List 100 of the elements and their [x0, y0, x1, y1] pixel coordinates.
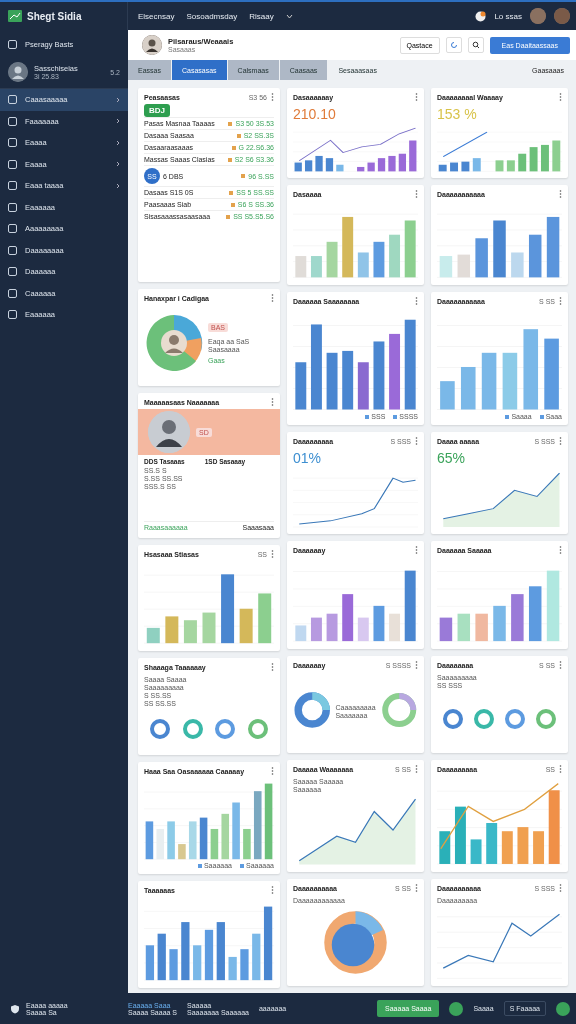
chart-bar	[493, 605, 506, 642]
more-icon[interactable]	[271, 93, 274, 101]
chart-bar	[495, 160, 504, 172]
chart-bar	[258, 593, 272, 644]
search-button[interactable]	[467, 37, 484, 53]
chart-bar	[295, 625, 307, 642]
shield-icon	[10, 1003, 20, 1014]
chart-bar	[439, 831, 451, 864]
metric-value: 210.10	[293, 106, 337, 122]
chart-bar	[389, 613, 401, 642]
more-icon[interactable]	[271, 550, 274, 558]
chart-bar	[541, 144, 549, 172]
more-icon[interactable]	[271, 398, 274, 406]
avatar-icon	[161, 330, 187, 356]
chart-bar	[357, 252, 369, 278]
more-icon[interactable]	[559, 297, 562, 305]
chart-bar	[239, 608, 253, 644]
chart-bar	[506, 160, 515, 172]
avatar-icon[interactable]	[554, 8, 570, 24]
more-icon[interactable]	[415, 884, 418, 892]
nav-link[interactable]: Risaay	[249, 11, 274, 21]
chart-bar	[457, 254, 471, 278]
nav-link[interactable]: Sosoadmsday	[186, 11, 238, 21]
chart-bar	[546, 570, 560, 642]
chart-bar	[398, 153, 406, 172]
more-icon[interactable]	[415, 93, 418, 101]
chart-bar	[221, 813, 230, 860]
more-icon[interactable]	[415, 190, 418, 198]
chart-bar	[181, 922, 190, 981]
chart-bar	[178, 844, 186, 860]
nav-link[interactable]: Elsecnsay	[138, 11, 175, 21]
ring-gauge-icon	[246, 717, 269, 740]
more-icon[interactable]	[559, 884, 562, 892]
chat-icon[interactable]	[556, 1001, 570, 1016]
more-icon[interactable]	[559, 546, 562, 554]
chart-bar	[486, 823, 498, 864]
chart-bar	[221, 574, 235, 644]
ring-gauge-icon	[535, 707, 558, 730]
chart-bar	[342, 350, 354, 410]
chart-bar	[165, 616, 179, 644]
chart-bar	[253, 791, 262, 860]
chevron-down-icon[interactable]	[285, 13, 293, 19]
chart-bar	[475, 613, 488, 642]
chart-bar	[169, 949, 178, 981]
more-icon[interactable]	[559, 765, 562, 773]
chart-bar	[457, 613, 471, 642]
chart-bar	[470, 839, 482, 864]
chart-bar	[502, 352, 518, 410]
chart-bar	[342, 216, 354, 278]
more-icon[interactable]	[559, 437, 562, 445]
chart-bar	[440, 381, 455, 410]
more-icon[interactable]	[271, 767, 274, 775]
more-icon[interactable]	[415, 765, 418, 773]
chart-bar	[511, 252, 524, 278]
chart-bar	[389, 234, 401, 278]
chart-bar	[367, 162, 375, 172]
more-icon[interactable]	[559, 190, 562, 198]
chart-bar	[357, 362, 369, 410]
avatar-icon[interactable]	[530, 8, 546, 24]
more-icon[interactable]	[415, 661, 418, 669]
logo-icon	[8, 10, 22, 22]
ring-gauge-icon	[472, 707, 495, 730]
chart-bar	[145, 945, 155, 981]
chart-bar	[228, 956, 237, 981]
chart-bar	[305, 160, 313, 172]
chart-bar	[232, 802, 240, 860]
refresh-button[interactable]	[445, 37, 462, 53]
chart-bar	[528, 586, 542, 642]
chart-bar	[252, 933, 261, 981]
chart-bar	[544, 338, 559, 410]
more-icon[interactable]	[271, 294, 274, 302]
chart-bar	[472, 158, 481, 172]
ring-gauge-icon	[441, 707, 464, 730]
chart-bar	[460, 367, 476, 410]
search-icon	[471, 41, 480, 49]
chart-bar	[199, 817, 208, 860]
chart-bar	[450, 162, 458, 172]
chart-bar	[210, 828, 219, 860]
user-label[interactable]: Lo ssas	[494, 11, 522, 21]
more-icon[interactable]	[271, 886, 274, 894]
more-icon[interactable]	[559, 661, 562, 669]
chart-bar	[454, 806, 466, 864]
chart-bar	[552, 140, 561, 172]
chart-bar	[373, 605, 385, 642]
chart-bar	[325, 158, 334, 172]
chart-bar	[404, 570, 416, 642]
more-icon[interactable]	[415, 437, 418, 445]
more-icon[interactable]	[271, 663, 274, 671]
chart-bar	[193, 945, 202, 981]
chart-bar	[438, 164, 447, 172]
more-icon[interactable]	[559, 93, 562, 101]
metric-value: 01%	[293, 450, 323, 466]
notification-icon[interactable]	[475, 10, 487, 22]
chart-bar	[475, 238, 488, 278]
ring-gauge-icon	[504, 707, 527, 730]
chart-bar	[326, 352, 338, 410]
chart-bar	[342, 594, 354, 642]
more-icon[interactable]	[415, 297, 418, 305]
chart-bar	[377, 158, 386, 172]
more-icon[interactable]	[415, 546, 418, 554]
